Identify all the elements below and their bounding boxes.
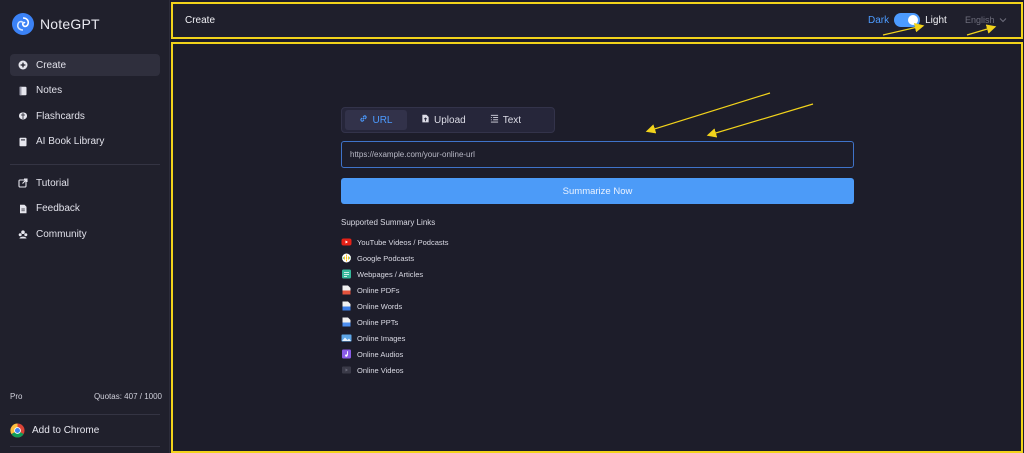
list-item: Online Images [341, 330, 448, 346]
youtube-icon [341, 237, 352, 247]
tab-label: Text [502, 114, 522, 126]
add-to-chrome-button[interactable]: Add to Chrome [10, 423, 99, 438]
sidebar-item-create[interactable]: Create [10, 54, 160, 76]
toggle-knob [908, 15, 919, 25]
list-item-label: Google Podcasts [357, 253, 415, 263]
quota-row: Pro Quotas: 407 / 1000 [10, 392, 162, 401]
list-item: YouTube Videos / Podcasts [341, 234, 448, 250]
pdf-icon [341, 285, 352, 295]
list-item-label: Online Videos [357, 365, 404, 375]
sidebar: NoteGPT Create Notes Flashcards AI Book … [0, 0, 170, 453]
sidebar-item-label: Flashcards [36, 110, 85, 122]
sidebar-item-tutorial[interactable]: Tutorial [10, 172, 160, 194]
sidebar-divider [10, 446, 160, 447]
tab-url[interactable]: URL [345, 110, 407, 130]
list-item-label: Online Words [357, 301, 403, 311]
quota-label: Quotas: 407 / 1000 [93, 392, 162, 401]
sidebar-divider [10, 414, 160, 415]
main-panel: URL Upload Text Summarize Now Supported … [171, 42, 1023, 453]
video-icon [341, 365, 352, 375]
page-title: Create [185, 15, 216, 26]
list-item-label: Online PPTs [357, 317, 399, 327]
tab-upload[interactable]: Upload [411, 110, 476, 130]
list-item: Webpages / Articles [341, 266, 448, 282]
document-icon [18, 204, 28, 214]
supported-links-title: Supported Summary Links [341, 218, 436, 227]
tab-label: Upload [434, 114, 466, 126]
external-link-icon [18, 178, 28, 188]
tab-label: URL [372, 114, 393, 126]
theme-toggle[interactable] [894, 13, 921, 27]
list-item: Online Videos [341, 362, 448, 378]
sidebar-item-label: Feedback [36, 203, 80, 214]
chrome-icon [10, 423, 25, 438]
list-item: Online PDFs [341, 282, 448, 298]
language-label: English [965, 15, 995, 25]
text-lines-icon [490, 114, 499, 126]
list-item: Online Words [341, 298, 448, 314]
webpage-icon [341, 269, 352, 279]
book-icon [18, 137, 28, 147]
language-select[interactable]: English [965, 15, 1007, 25]
sidebar-item-label: Notes [36, 85, 63, 96]
list-item-label: Webpages / Articles [357, 269, 424, 279]
list-item-label: YouTube Videos / Podcasts [357, 237, 449, 247]
sidebar-primary-nav: Create Notes Flashcards AI Book Library [10, 54, 160, 156]
audio-icon [341, 349, 352, 359]
supported-links-list: YouTube Videos / Podcasts Google Podcast… [341, 234, 448, 378]
image-icon [341, 333, 352, 343]
upload-file-icon [421, 114, 430, 126]
theme-light-label[interactable]: Light [925, 15, 947, 26]
top-bar: Create Dark Light English [171, 2, 1023, 39]
sidebar-item-notes[interactable]: Notes [10, 80, 160, 102]
source-tabs: URL Upload Text [341, 107, 555, 133]
brand-name: NoteGPT [40, 16, 100, 32]
word-icon [341, 301, 352, 311]
list-item: Online Audios [341, 346, 448, 362]
sidebar-item-label: AI Book Library [36, 136, 105, 147]
theme-switcher: Dark Light [868, 13, 947, 27]
brand[interactable]: NoteGPT [12, 13, 100, 35]
summarize-now-button[interactable]: Summarize Now [341, 178, 854, 204]
ppt-icon [341, 317, 352, 327]
plan-label: Pro [10, 392, 23, 401]
url-input[interactable] [341, 141, 854, 168]
list-item: Online PPTs [341, 314, 448, 330]
sidebar-item-label: Community [36, 228, 87, 240]
sidebar-item-label: Tutorial [36, 177, 69, 189]
sidebar-item-label: Create [36, 59, 67, 71]
sidebar-item-feedback[interactable]: Feedback [10, 198, 160, 220]
theme-dark-label[interactable]: Dark [868, 15, 889, 26]
list-item-label: Online Images [357, 333, 406, 343]
chevron-down-icon [999, 18, 1006, 23]
community-icon [18, 229, 28, 239]
sidebar-item-ai-book-library[interactable]: AI Book Library [10, 131, 160, 153]
brain-icon [18, 111, 28, 121]
notegpt-logo-icon [12, 13, 34, 35]
add-to-chrome-label: Add to Chrome [32, 425, 100, 436]
list-item-label: Online PDFs [357, 285, 400, 295]
list-item-label: Online Audios [357, 349, 404, 359]
link-icon [359, 114, 368, 126]
notebook-icon [18, 86, 28, 96]
plus-circle-icon [18, 60, 28, 70]
sidebar-secondary-nav: Tutorial Feedback Community [10, 172, 160, 249]
tab-text[interactable]: Text [480, 110, 531, 130]
list-item: Google Podcasts [341, 250, 448, 266]
sidebar-item-flashcards[interactable]: Flashcards [10, 105, 160, 127]
sidebar-item-community[interactable]: Community [10, 223, 160, 245]
google-podcasts-icon [341, 253, 352, 263]
sidebar-divider [10, 164, 160, 165]
